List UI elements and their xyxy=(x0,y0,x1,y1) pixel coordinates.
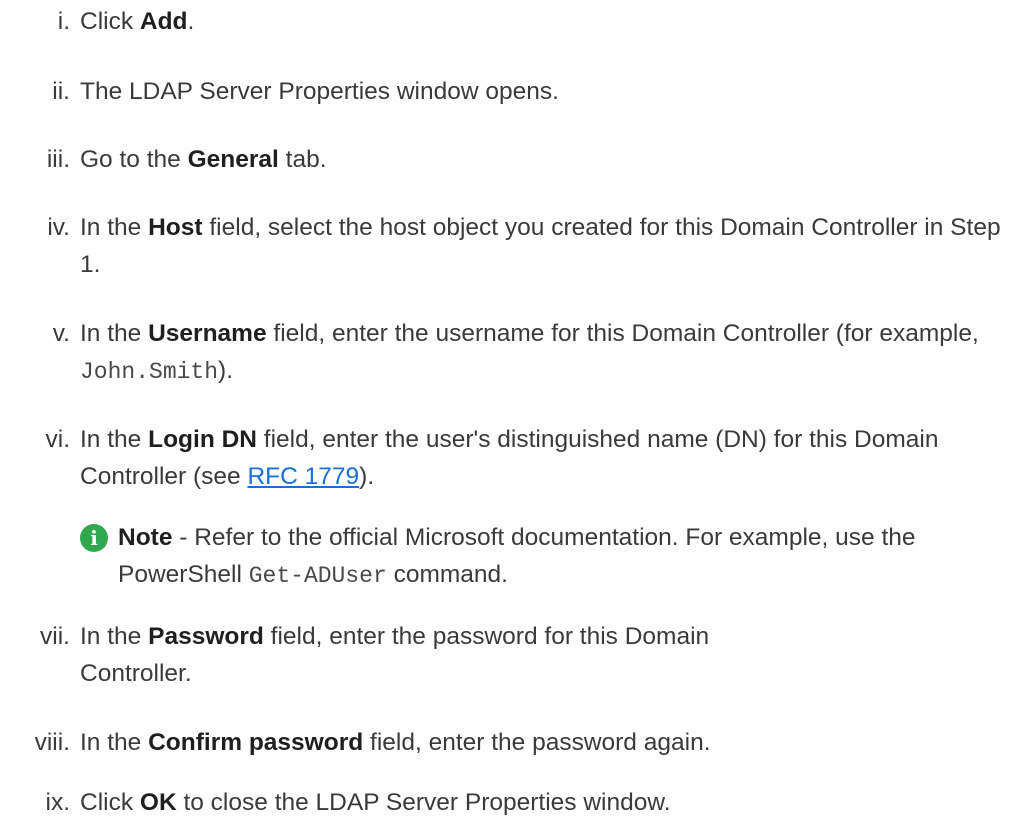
step-text: In the Password field, enter the passwor… xyxy=(80,618,720,692)
ui-term-username: Username xyxy=(148,320,267,347)
step-number: viii. xyxy=(34,729,70,756)
code-example-command: Get-ADUser xyxy=(248,563,387,589)
procedure-steps: i. Click Add. ii. The LDAP Server Proper… xyxy=(0,0,1019,823)
step-text: In the Login DN field, enter the user's … xyxy=(80,421,1015,495)
step-number: v. xyxy=(52,320,70,347)
step-text-part: tab. xyxy=(278,146,327,173)
note-text: Note - Refer to the official Microsoft d… xyxy=(118,519,998,595)
step-text-part: Click xyxy=(80,8,140,35)
step-text-part: to close the LDAP Server Properties wind… xyxy=(176,789,671,816)
ui-term-login-dn: Login DN xyxy=(148,426,257,453)
step-text: In the Host field, select the host objec… xyxy=(80,209,1015,283)
step-number: ix. xyxy=(45,789,71,816)
step-number: i. xyxy=(57,8,70,35)
step-text-part: field, enter the username for this Domai… xyxy=(266,320,979,347)
step-text-part: . xyxy=(187,8,195,35)
ui-term-add: Add xyxy=(139,8,188,35)
code-example-username: John.Smith xyxy=(80,359,219,385)
ui-term-password: Password xyxy=(148,623,264,650)
step-number: iii. xyxy=(46,146,70,173)
step-text-part: Click xyxy=(80,789,140,816)
step-text-part: In the xyxy=(80,320,149,347)
step-text-part: In the xyxy=(80,426,149,453)
ui-term-general: General xyxy=(187,146,279,173)
step-number: ii. xyxy=(52,78,70,105)
rfc-1779-link[interactable]: RFC 1779 xyxy=(247,463,359,490)
step-text: Go to the General tab. xyxy=(80,141,1015,178)
step-text-part: field, select the host object you create… xyxy=(80,214,1001,278)
step-text-part: In the xyxy=(80,214,149,241)
ui-term-host: Host xyxy=(148,214,203,241)
step-text-part: In the xyxy=(80,729,149,756)
step-text-part: ). xyxy=(359,463,375,490)
step-text-part: In the xyxy=(80,623,149,650)
step-number: iv. xyxy=(47,214,70,241)
ui-term-confirm-password: Confirm password xyxy=(148,729,364,756)
step-number: vii. xyxy=(40,623,70,650)
note-text-part: - Refer to the official Microsoft docume… xyxy=(118,524,916,588)
ui-term-ok: OK xyxy=(139,789,177,816)
step-text-part: ). xyxy=(218,357,233,384)
step-text: In the Username field, enter the usernam… xyxy=(80,315,1015,391)
note-label: Note xyxy=(118,524,173,551)
info-icon: i xyxy=(80,524,108,552)
step-text: The LDAP Server Properties window opens. xyxy=(80,78,559,105)
note-text-part: command. xyxy=(386,561,508,588)
step-number: vi. xyxy=(45,426,71,453)
step-text: In the Confirm password field, enter the… xyxy=(80,724,1015,761)
step-text-part: Go to the xyxy=(80,146,188,173)
step-text: Click Add. xyxy=(80,3,1015,40)
note-callout: i Note - Refer to the official Microsoft… xyxy=(80,519,1000,593)
step-text: Click OK to close the LDAP Server Proper… xyxy=(80,784,1015,821)
step-text-part: field, enter the password again. xyxy=(363,729,711,756)
